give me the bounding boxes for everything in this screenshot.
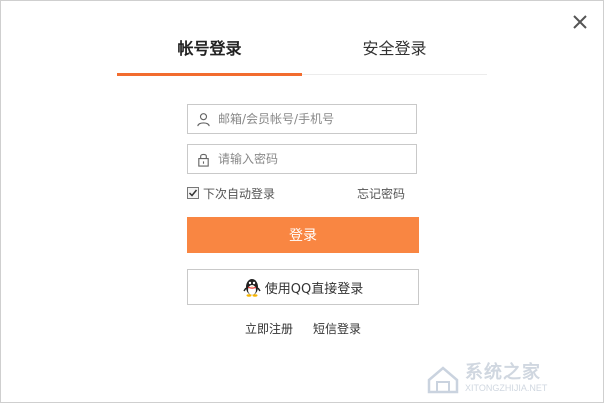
register-link[interactable]: 立即注册 bbox=[245, 320, 293, 338]
footer-links: 立即注册 短信登录 bbox=[187, 320, 419, 338]
login-button[interactable]: 登录 bbox=[187, 217, 419, 253]
close-button[interactable] bbox=[571, 13, 589, 31]
qq-penguin-icon bbox=[243, 277, 261, 297]
watermark-text: 系统之家 bbox=[465, 362, 541, 384]
username-field[interactable] bbox=[187, 104, 417, 134]
tab-account-login[interactable]: 帐号登录 bbox=[117, 29, 302, 76]
remember-label: 下次自动登录 bbox=[203, 186, 276, 201]
watermark-logo-icon bbox=[427, 366, 459, 394]
watermark: 系统之家 XITONGZHIJIA.NET bbox=[425, 358, 595, 398]
forgot-password-link[interactable]: 忘记密码 bbox=[357, 185, 405, 202]
login-dialog: 帐号登录 安全登录 下次自动登录 bbox=[0, 0, 604, 403]
close-icon bbox=[573, 15, 587, 29]
qq-login-label: 使用QQ直接登录 bbox=[264, 281, 364, 297]
login-options: 下次自动登录 忘记密码 bbox=[187, 183, 417, 203]
remember-checkbox[interactable] bbox=[187, 187, 199, 199]
check-icon bbox=[188, 189, 198, 197]
lock-icon bbox=[188, 145, 218, 173]
password-field[interactable] bbox=[187, 144, 417, 174]
watermark-subtext: XITONGZHIJIA.NET bbox=[465, 382, 548, 393]
password-input[interactable] bbox=[218, 146, 408, 172]
remember-me[interactable]: 下次自动登录 bbox=[187, 185, 275, 202]
user-icon bbox=[188, 105, 218, 133]
tab-secure-login[interactable]: 安全登录 bbox=[302, 29, 487, 75]
username-input[interactable] bbox=[218, 106, 408, 132]
login-tabs: 帐号登录 安全登录 bbox=[117, 29, 487, 76]
qq-login-button[interactable]: 使用QQ直接登录 bbox=[187, 269, 419, 305]
sms-login-link[interactable]: 短信登录 bbox=[313, 320, 361, 338]
